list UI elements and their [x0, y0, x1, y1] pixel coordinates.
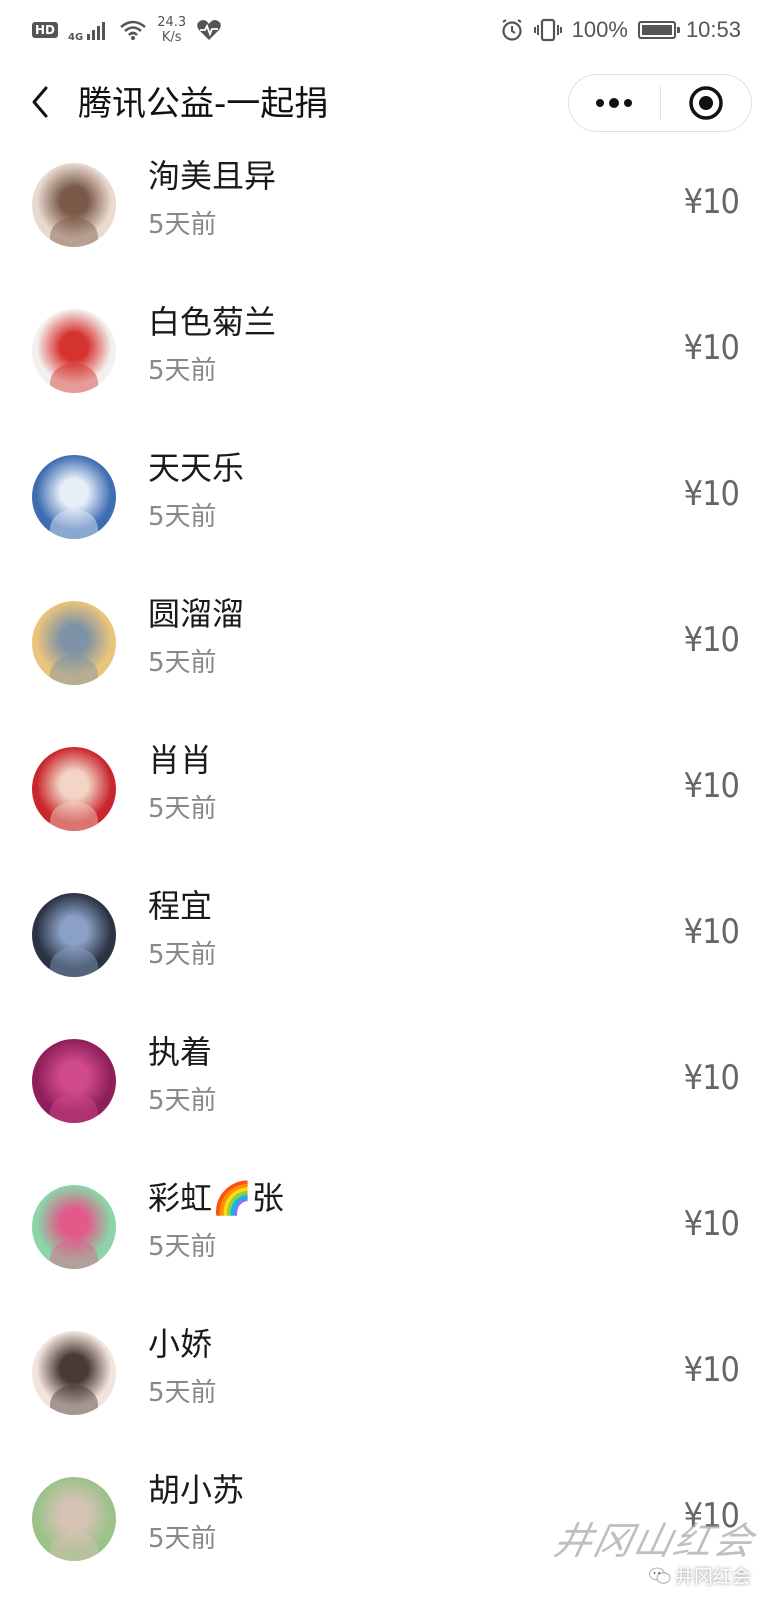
donation-time: 5天前	[148, 1086, 217, 1116]
donor-name: 天天乐	[148, 449, 245, 487]
donation-amount: ¥10	[683, 620, 740, 660]
vibrate-icon	[533, 18, 562, 42]
miniprogram-capsule	[568, 74, 752, 132]
hd-badge: HD	[32, 22, 59, 38]
wifi-icon	[119, 19, 147, 41]
donor-row[interactable]: 肖肖 5天前 ¥10	[0, 714, 771, 860]
portrait-photo-avatar[interactable]	[32, 163, 116, 247]
donation-time: 5天前	[148, 940, 217, 970]
network-type: 4G	[68, 32, 84, 43]
donor-name: 圆溜溜	[148, 595, 245, 633]
donation-time: 5天前	[148, 794, 217, 824]
donor-name: 肖肖	[148, 741, 213, 779]
red-mouse-plush-avatar[interactable]	[32, 747, 116, 831]
donation-amount: ¥10	[683, 182, 740, 222]
donation-time: 5天前	[148, 1378, 217, 1408]
donation-time: 5天前	[148, 648, 217, 678]
network-speed: 24.3 K/s	[157, 15, 186, 45]
donor-row[interactable]: 小娇 5天前 ¥10	[0, 1298, 771, 1444]
battery-fill	[641, 25, 672, 35]
donor-list: 洵美且异 5天前 ¥10 白色菊兰 5天前 ¥10 天天乐 5天前 ¥10 圆溜溜 5天前 ¥10 肖肖…	[0, 130, 771, 1590]
status-bar: HD 4G 24.3 K/s 100% 10:53	[0, 0, 771, 60]
more-button[interactable]	[569, 75, 660, 131]
page-title: 腾讯公益-一起捐	[78, 84, 329, 124]
status-bar-left: HD 4G 24.3 K/s	[32, 15, 222, 45]
donor-row[interactable]: 胡小苏 5天前 ¥10	[0, 1444, 771, 1590]
donor-name: 程宜	[148, 887, 213, 925]
garden-woman-avatar[interactable]	[32, 1477, 116, 1561]
flower-garden-avatar[interactable]	[32, 1039, 116, 1123]
woman-portrait-avatar[interactable]	[32, 1331, 116, 1415]
heartbeat-icon	[196, 18, 222, 42]
donation-amount: ¥10	[683, 912, 740, 952]
donor-row[interactable]: 彩虹🌈张 5天前 ¥10	[0, 1152, 771, 1298]
donation-amount: ¥10	[683, 1350, 740, 1390]
donation-time: 5天前	[148, 1232, 217, 1262]
battery-percent: 100%	[571, 17, 628, 42]
close-miniprogram-button[interactable]	[661, 75, 752, 131]
speed-unit: K/s	[161, 30, 182, 45]
alarm-icon	[500, 18, 524, 42]
donor-row[interactable]: 天天乐 5天前 ¥10	[0, 422, 771, 568]
donor-row[interactable]: 执着 5天前 ¥10	[0, 1006, 771, 1152]
more-dots-icon	[594, 97, 634, 109]
donation-time: 5天前	[148, 502, 217, 532]
donor-row[interactable]: 程宜 5天前 ¥10	[0, 860, 771, 1006]
close-target-icon	[688, 85, 724, 121]
donor-name: 白色菊兰	[148, 303, 277, 341]
status-bar-right: 100% 10:53	[500, 17, 741, 43]
donation-amount: ¥10	[683, 766, 740, 806]
baby-photo-avatar[interactable]	[32, 893, 116, 977]
donation-amount: ¥10	[683, 474, 740, 514]
battery-icon	[637, 21, 680, 39]
donor-row[interactable]: 圆溜溜 5天前 ¥10	[0, 568, 771, 714]
donation-amount: ¥10	[683, 1204, 740, 1244]
donation-amount: ¥10	[683, 1058, 740, 1098]
back-arrow-icon[interactable]	[24, 82, 64, 122]
sky-contrail-avatar[interactable]	[32, 455, 116, 539]
speed-value: 24.3	[157, 15, 187, 30]
donation-time: 5天前	[148, 356, 217, 386]
calligraphy-wang-avatar[interactable]	[32, 309, 116, 393]
donor-row[interactable]: 白色菊兰 5天前 ¥10	[0, 276, 771, 422]
pink-flowers-vase-avatar[interactable]	[32, 1185, 116, 1269]
sunset-beach-avatar[interactable]	[32, 601, 116, 685]
signal-icon	[87, 20, 109, 40]
donor-name: 小娇	[148, 1325, 213, 1363]
donor-name: 胡小苏	[148, 1471, 245, 1509]
donation-time: 5天前	[148, 210, 217, 240]
donor-name: 执着	[148, 1033, 213, 1071]
donor-name: 洵美且异	[148, 157, 277, 195]
status-time: 10:53	[685, 17, 741, 42]
donation-amount: ¥10	[683, 1496, 740, 1536]
donor-row[interactable]: 洵美且异 5天前 ¥10	[0, 130, 771, 276]
donor-name: 彩虹🌈张	[148, 1179, 284, 1217]
donation-time: 5天前	[148, 1524, 217, 1554]
donation-amount: ¥10	[683, 328, 740, 368]
